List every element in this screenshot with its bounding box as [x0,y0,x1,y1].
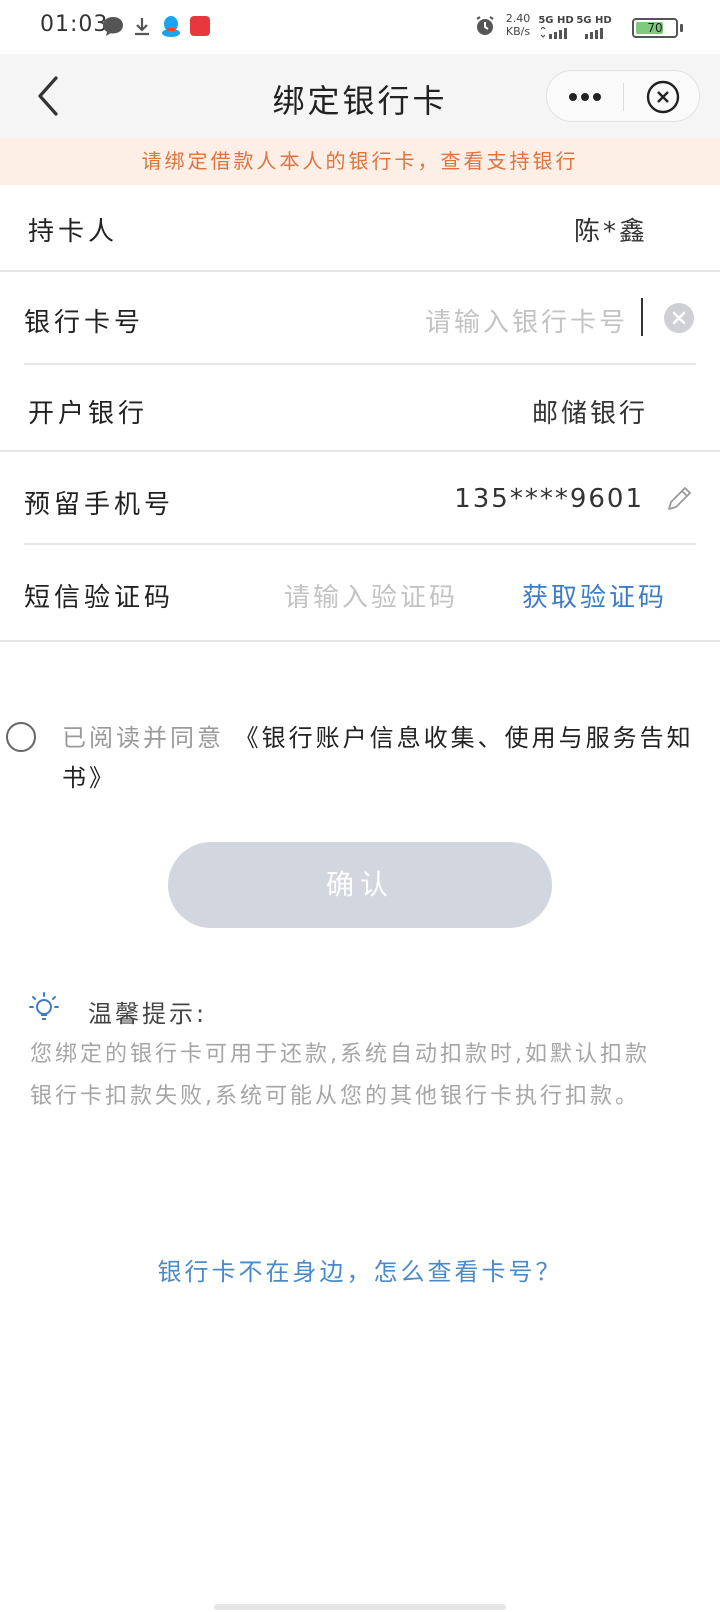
home-indicator[interactable] [214,1604,506,1610]
clear-input-icon[interactable] [664,303,694,333]
phone-value: 135****9601 [454,484,644,514]
sim2-signal: 5G HD [576,14,612,43]
agreement-prefix: 已阅读并同意 [62,724,224,752]
mini-program-capsule [546,70,700,122]
qq-icon [162,16,180,37]
card-number-row[interactable]: 银行卡号 请输入银行卡号 [0,272,720,364]
battery-icon: 70 [632,18,678,38]
net-speed-value: 2.40 [505,12,531,25]
chat-bubble-icon [103,17,123,36]
app-badge-icon [190,16,210,36]
cardholder-value: 陈*鑫 [573,217,648,247]
phone-label: 预留手机号 [24,490,175,520]
cardholder-label: 持卡人 [28,217,119,247]
card-number-label: 银行卡号 [24,308,145,338]
network-speed: 2.40 KB/s [502,12,534,38]
lightbulb-icon [29,992,59,1020]
alarm-icon [476,16,494,35]
tip-title: 温馨提示: [88,1000,208,1028]
download-icon [135,18,149,36]
status-time: 01:03 [40,12,109,37]
get-sms-code-button[interactable]: 获取验证码 [522,577,667,614]
more-icon[interactable] [547,71,623,123]
sms-label: 短信验证码 [24,583,175,613]
text-cursor [641,298,643,336]
confirm-button[interactable]: 确认 [168,842,552,928]
phone-row: 预留手机号 135****9601 [0,452,720,544]
sms-code-input[interactable]: 请输入验证码 [284,577,458,614]
signal-icon [585,28,603,39]
battery-tip [680,24,683,32]
capsule-divider [623,83,624,111]
cardholder-row: 持卡人 陈*鑫 [0,185,720,271]
agreement-checkbox[interactable] [6,722,36,752]
close-mini-program-icon[interactable] [625,71,701,123]
battery-level: 70 [647,21,663,35]
status-bar: 01:03 2.40 KB/s 5G HD 5G HD 70 [0,0,720,54]
notice-banner[interactable]: 请绑定借款人本人的银行卡，查看支持银行 [0,138,720,185]
signal-icon [540,26,567,39]
tip-body: 您绑定的银行卡可用于还款,系统自动扣款时,如默认扣款银行卡扣款失败,系统可能从您… [30,1042,650,1109]
nav-bar: 绑定银行卡 [0,54,720,138]
sim1-label: 5G HD [538,15,574,26]
sim2-label: 5G HD [576,15,612,26]
bank-value: 邮储银行 [531,399,648,429]
find-card-number-link[interactable]: 银行卡不在身边，怎么查看卡号？ [0,1252,720,1287]
agreement-text: 已阅读并同意 《银行账户信息收集、使用与服务告知书》 [62,718,702,798]
bank-row[interactable]: 开户银行 邮储银行 [0,365,720,451]
divider [0,640,720,642]
sms-row: 短信验证码 请输入验证码 获取验证码 [0,545,720,641]
sim1-signal: 5G HD [538,14,574,43]
net-speed-unit: KB/s [505,25,531,38]
edit-pencil-icon[interactable] [664,484,694,514]
bank-label: 开户银行 [28,399,149,429]
card-number-input[interactable]: 请输入银行卡号 [425,302,628,339]
